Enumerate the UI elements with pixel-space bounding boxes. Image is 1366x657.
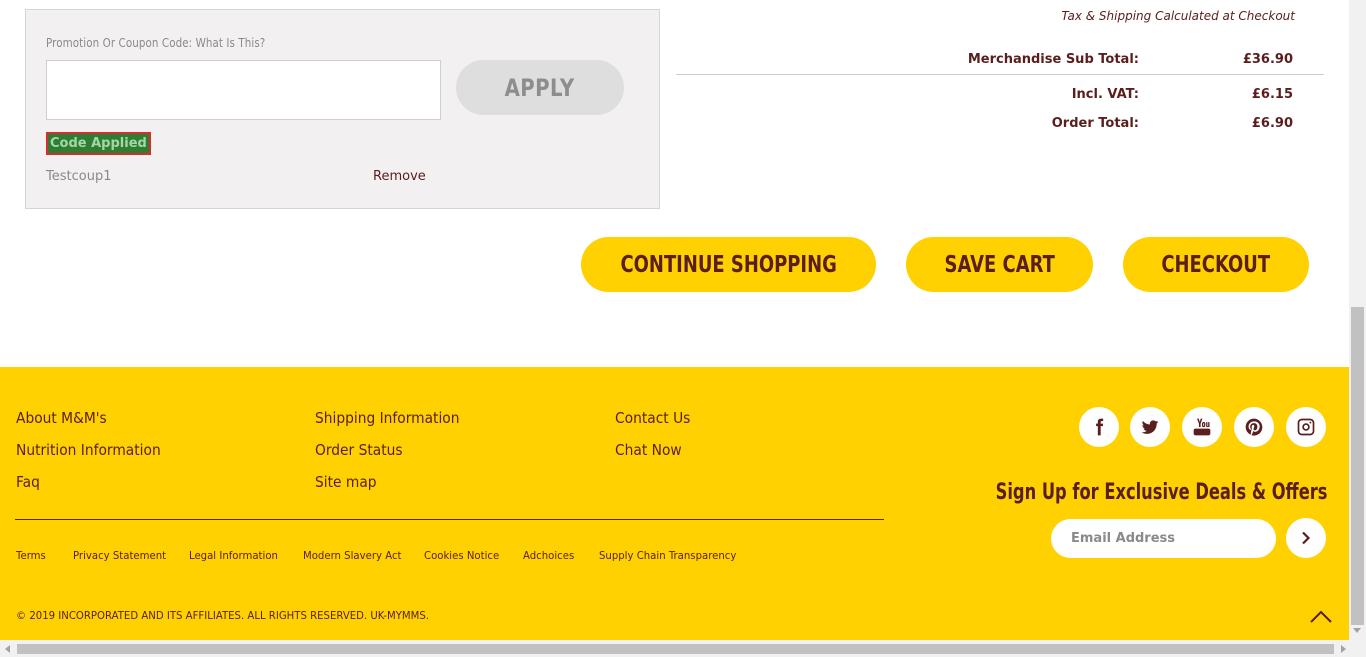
coupon-label: Promotion Or Coupon Code: What Is This?: [46, 36, 266, 50]
footer-link-faq[interactable]: Faq: [16, 473, 42, 491]
scroll-right-arrow-icon[interactable]: [1341, 645, 1346, 653]
footer-link-order-status-label: Order Status: [315, 441, 403, 459]
footer-link-about[interactable]: About M&M's: [16, 409, 115, 427]
legal-link-legal-info[interactable]: Legal Information: [189, 549, 278, 562]
subtotal-label: Merchandise Sub Total:: [967, 52, 1139, 67]
coupon-panel: Promotion Or Coupon Code: What Is This? …: [25, 9, 660, 209]
remove-coupon-link[interactable]: Remove: [373, 169, 426, 184]
legal-link-cookies[interactable]: Cookies Notice: [424, 549, 499, 562]
twitter-icon[interactable]: [1130, 407, 1170, 447]
footer-link-nutrition[interactable]: Nutrition Information: [16, 441, 173, 459]
signup-heading: Sign Up for Exclusive Deals & Offers: [995, 480, 1327, 505]
footer-link-order-status[interactable]: Order Status: [315, 441, 410, 459]
subtotal-value: £36.90: [1242, 52, 1293, 67]
footer-link-shipping[interactable]: Shipping Information: [315, 409, 472, 427]
continue-shopping-label: CONTINUE SHOPPING: [620, 251, 837, 278]
footer-link-chat[interactable]: Chat Now: [615, 441, 688, 459]
instagram-icon[interactable]: [1286, 407, 1326, 447]
chevron-right-icon: [1302, 531, 1311, 545]
vat-row: Incl. VAT: £6.15: [676, 87, 1324, 109]
applied-coupon-code: Testcoup1: [46, 169, 112, 184]
footer-link-chat-label: Chat Now: [615, 441, 682, 459]
legal-link-supply-chain[interactable]: Supply Chain Transparency: [599, 549, 736, 562]
vat-label: Incl. VAT:: [1071, 87, 1139, 102]
facebook-icon[interactable]: [1079, 407, 1119, 447]
youtube-icon[interactable]: [1182, 407, 1222, 447]
footer-link-about-label: About M&M's: [16, 409, 107, 427]
checkout-label: CHECKOUT: [1161, 251, 1271, 278]
apply-button-label: APPLY: [505, 73, 575, 102]
footer-link-sitemap[interactable]: Site map: [315, 473, 382, 491]
vat-value: £6.15: [1251, 87, 1293, 102]
summary-divider: [676, 74, 1324, 75]
code-applied-status: Code Applied: [46, 132, 151, 155]
apply-button[interactable]: APPLY: [456, 60, 624, 115]
legal-link-terms[interactable]: Terms: [16, 549, 46, 562]
legal-link-privacy[interactable]: Privacy Statement: [73, 549, 166, 562]
scroll-left-arrow-icon[interactable]: [5, 645, 10, 653]
legal-link-adchoices[interactable]: Adchoices: [523, 549, 574, 562]
footer-link-shipping-label: Shipping Information: [315, 409, 460, 427]
order-total-label: Order Total:: [1051, 116, 1139, 131]
footer-divider: [15, 519, 884, 520]
tax-shipping-note: Tax & Shipping Calculated at Checkout: [1061, 9, 1295, 23]
checkout-button[interactable]: CHECKOUT: [1123, 237, 1309, 292]
coupon-code-input[interactable]: [46, 60, 441, 120]
save-cart-button[interactable]: SAVE CART: [906, 237, 1093, 292]
save-cart-label: SAVE CART: [944, 251, 1055, 278]
continue-shopping-button[interactable]: CONTINUE SHOPPING: [581, 237, 876, 292]
copyright-text: © 2019 INCORPORATED AND ITS AFFILIATES. …: [16, 609, 430, 622]
legal-link-modern-slavery[interactable]: Modern Slavery Act: [303, 549, 401, 562]
order-total-value: £6.90: [1251, 116, 1293, 131]
footer-link-faq-label: Faq: [16, 473, 40, 491]
subtotal-row: Merchandise Sub Total: £36.90: [676, 52, 1324, 74]
email-submit-button[interactable]: [1286, 518, 1326, 558]
back-to-top-icon[interactable]: [1310, 609, 1332, 623]
footer-link-contact[interactable]: Contact Us: [615, 409, 697, 427]
footer-link-contact-label: Contact Us: [615, 409, 691, 427]
site-footer: About M&M's Nutrition Information Faq Sh…: [0, 367, 1349, 640]
vertical-scrollbar-thumb[interactable]: [1351, 307, 1364, 625]
horizontal-scrollbar-thumb[interactable]: [17, 644, 1334, 654]
pinterest-icon[interactable]: [1234, 407, 1274, 447]
scroll-down-arrow-icon[interactable]: [1353, 628, 1361, 633]
email-signup-input[interactable]: [1051, 519, 1276, 558]
footer-link-sitemap-label: Site map: [315, 473, 377, 491]
footer-link-nutrition-label: Nutrition Information: [16, 441, 161, 459]
order-total-row: Order Total: £6.90: [676, 116, 1324, 138]
